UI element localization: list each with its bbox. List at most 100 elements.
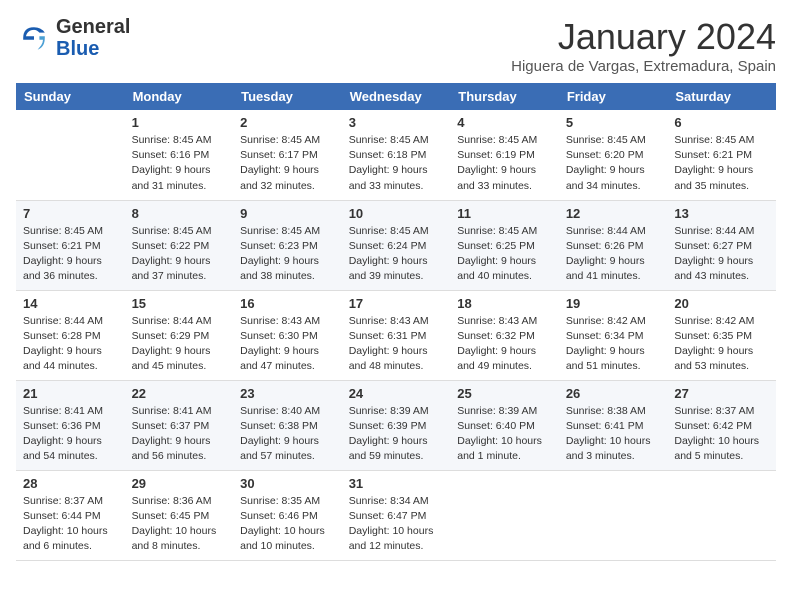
calendar-cell: 27Sunrise: 8:37 AMSunset: 6:42 PMDayligh…: [667, 380, 776, 470]
day-number: 15: [132, 296, 227, 311]
title-block: January 2024 Higuera de Vargas, Extremad…: [511, 16, 776, 75]
logo-blue: Blue: [56, 38, 99, 60]
cell-details: Sunrise: 8:42 AMSunset: 6:34 PMDaylight:…: [566, 314, 661, 375]
calendar-cell: 25 Sunrise: 8:39 AMSunset: 6:40 PMDayligh…: [450, 380, 559, 470]
calendar-cell: 8 Sunrise: 8:45 AMSunset: 6:22 PMDaylight…: [125, 200, 234, 290]
calendar-cell: 4 Sunrise: 8:45 AMSunset: 6:19 PMDaylight…: [450, 110, 559, 200]
day-number: 12: [566, 206, 661, 221]
page-header: General Blue January 2024 Higuera de Var…: [16, 16, 776, 75]
calendar-body: 1Sunrise: 8:45 AMSunset: 6:16 PMDaylight…: [16, 110, 776, 560]
day-number: 2: [240, 115, 335, 130]
day-number: 9: [240, 206, 335, 221]
calendar-cell: 15 Sunrise: 8:44 AMSunset: 6:29 PMDayligh…: [125, 290, 234, 380]
cell-details: Sunrise: 8:45 AMSunset: 6:23 PMDaylight:…: [240, 224, 335, 285]
cell-details: Sunrise: 8:40 AMSunset: 6:38 PMDaylight:…: [240, 404, 335, 465]
location: Higuera de Vargas, Extremadura, Spain: [511, 58, 776, 75]
cell-details: Sunrise: 8:38 AMSunset: 6:41 PMDaylight:…: [566, 404, 661, 465]
col-header-wednesday: Wednesday: [342, 83, 451, 110]
calendar-cell: 5 Sunrise: 8:45 AMSunset: 6:20 PMDaylight…: [559, 110, 668, 200]
logo-text-block: General Blue: [56, 16, 130, 60]
calendar-cell: 12 Sunrise: 8:44 AMSunset: 6:26 PMDayligh…: [559, 200, 668, 290]
cell-details: Sunrise: 8:45 AMSunset: 6:20 PMDaylight:…: [566, 133, 661, 194]
day-number: 11: [457, 206, 552, 221]
cell-details: Sunrise: 8:44 AMSunset: 6:26 PMDaylight:…: [566, 224, 661, 285]
cell-details: Sunrise: 8:44 AMSunset: 6:27 PMDaylight:…: [674, 224, 769, 285]
cell-details: Sunrise: 8:43 AMSunset: 6:32 PMDaylight:…: [457, 314, 552, 375]
cell-details: Sunrise: 8:43 AMSunset: 6:31 PMDaylight:…: [349, 314, 444, 375]
calendar-cell: 23 Sunrise: 8:40 AMSunset: 6:38 PMDayligh…: [233, 380, 342, 470]
cell-details: Sunrise: 8:45 AMSunset: 6:16 PMDaylight:…: [132, 133, 227, 194]
cell-details: Sunrise: 8:45 AMSunset: 6:22 PMDaylight:…: [132, 224, 227, 285]
cell-details: Sunrise: 8:35 AMSunset: 6:46 PMDaylight:…: [240, 494, 335, 555]
day-number: 23: [240, 386, 335, 401]
calendar-cell: 13Sunrise: 8:44 AMSunset: 6:27 PMDayligh…: [667, 200, 776, 290]
calendar-cell: 3Sunrise: 8:45 AMSunset: 6:18 PMDaylight…: [342, 110, 451, 200]
calendar-cell: 31 Sunrise: 8:34 AMSunset: 6:47 PMDayligh…: [342, 470, 451, 560]
cell-details: Sunrise: 8:39 AMSunset: 6:39 PMDaylight:…: [349, 404, 444, 465]
col-header-sunday: Sunday: [16, 83, 125, 110]
day-number: 22: [132, 386, 227, 401]
calendar-cell: [559, 470, 668, 560]
day-number: 4: [457, 115, 552, 130]
calendar-row: 28 Sunrise: 8:37 AMSunset: 6:44 PMDayligh…: [16, 470, 776, 560]
logo-icon: [16, 20, 52, 56]
day-number: 10: [349, 206, 444, 221]
calendar-cell: 9 Sunrise: 8:45 AMSunset: 6:23 PMDaylight…: [233, 200, 342, 290]
calendar-cell: 30 Sunrise: 8:35 AMSunset: 6:46 PMDayligh…: [233, 470, 342, 560]
cell-details: Sunrise: 8:45 AMSunset: 6:25 PMDaylight:…: [457, 224, 552, 285]
cell-details: Sunrise: 8:42 AMSunset: 6:35 PMDaylight:…: [674, 314, 769, 375]
day-number: 25: [457, 386, 552, 401]
calendar-cell: [450, 470, 559, 560]
cell-details: Sunrise: 8:39 AMSunset: 6:40 PMDaylight:…: [457, 404, 552, 465]
day-number: 5: [566, 115, 661, 130]
calendar-row: 1Sunrise: 8:45 AMSunset: 6:16 PMDaylight…: [16, 110, 776, 200]
calendar-row: 14Sunrise: 8:44 AMSunset: 6:28 PMDayligh…: [16, 290, 776, 380]
day-number: 21: [23, 386, 118, 401]
day-number: 20: [674, 296, 769, 311]
calendar-cell: 11 Sunrise: 8:45 AMSunset: 6:25 PMDayligh…: [450, 200, 559, 290]
day-number: 3: [349, 115, 444, 130]
day-number: 28: [23, 476, 118, 491]
col-header-monday: Monday: [125, 83, 234, 110]
month-title: January 2024: [511, 16, 776, 58]
day-number: 31: [349, 476, 444, 491]
day-number: 16: [240, 296, 335, 311]
column-header-row: SundayMondayTuesdayWednesdayThursdayFrid…: [16, 83, 776, 110]
day-number: 7: [23, 206, 118, 221]
cell-details: Sunrise: 8:45 AMSunset: 6:19 PMDaylight:…: [457, 133, 552, 194]
logo-general: General: [56, 16, 130, 38]
cell-details: Sunrise: 8:45 AMSunset: 6:17 PMDaylight:…: [240, 133, 335, 194]
col-header-friday: Friday: [559, 83, 668, 110]
calendar-cell: 21 Sunrise: 8:41 AMSunset: 6:36 PMDayligh…: [16, 380, 125, 470]
calendar-cell: 7Sunrise: 8:45 AMSunset: 6:21 PMDaylight…: [16, 200, 125, 290]
cell-details: Sunrise: 8:43 AMSunset: 6:30 PMDaylight:…: [240, 314, 335, 375]
calendar-cell: 26Sunrise: 8:38 AMSunset: 6:41 PMDayligh…: [559, 380, 668, 470]
day-number: 30: [240, 476, 335, 491]
calendar-cell: 16 Sunrise: 8:43 AMSunset: 6:30 PMDayligh…: [233, 290, 342, 380]
cell-details: Sunrise: 8:34 AMSunset: 6:47 PMDaylight:…: [349, 494, 444, 555]
day-number: 27: [674, 386, 769, 401]
day-number: 19: [566, 296, 661, 311]
col-header-tuesday: Tuesday: [233, 83, 342, 110]
cell-details: Sunrise: 8:37 AMSunset: 6:44 PMDaylight:…: [23, 494, 118, 555]
cell-details: Sunrise: 8:41 AMSunset: 6:36 PMDaylight:…: [23, 404, 118, 465]
col-header-thursday: Thursday: [450, 83, 559, 110]
day-number: 29: [132, 476, 227, 491]
calendar-cell: 24 Sunrise: 8:39 AMSunset: 6:39 PMDayligh…: [342, 380, 451, 470]
cell-details: Sunrise: 8:45 AMSunset: 6:21 PMDaylight:…: [674, 133, 769, 194]
cell-details: Sunrise: 8:44 AMSunset: 6:28 PMDaylight:…: [23, 314, 118, 375]
logo: General Blue: [16, 16, 130, 60]
calendar-row: 7Sunrise: 8:45 AMSunset: 6:21 PMDaylight…: [16, 200, 776, 290]
calendar-cell: 20 Sunrise: 8:42 AMSunset: 6:35 PMDayligh…: [667, 290, 776, 380]
calendar-cell: [16, 110, 125, 200]
cell-details: Sunrise: 8:36 AMSunset: 6:45 PMDaylight:…: [132, 494, 227, 555]
day-number: 24: [349, 386, 444, 401]
calendar-cell: 29 Sunrise: 8:36 AMSunset: 6:45 PMDayligh…: [125, 470, 234, 560]
calendar-cell: 19 Sunrise: 8:42 AMSunset: 6:34 PMDayligh…: [559, 290, 668, 380]
cell-details: Sunrise: 8:44 AMSunset: 6:29 PMDaylight:…: [132, 314, 227, 375]
day-number: 8: [132, 206, 227, 221]
calendar-cell: 10Sunrise: 8:45 AMSunset: 6:24 PMDayligh…: [342, 200, 451, 290]
col-header-saturday: Saturday: [667, 83, 776, 110]
calendar-cell: 2 Sunrise: 8:45 AMSunset: 6:17 PMDaylight…: [233, 110, 342, 200]
calendar-cell: 1Sunrise: 8:45 AMSunset: 6:16 PMDaylight…: [125, 110, 234, 200]
